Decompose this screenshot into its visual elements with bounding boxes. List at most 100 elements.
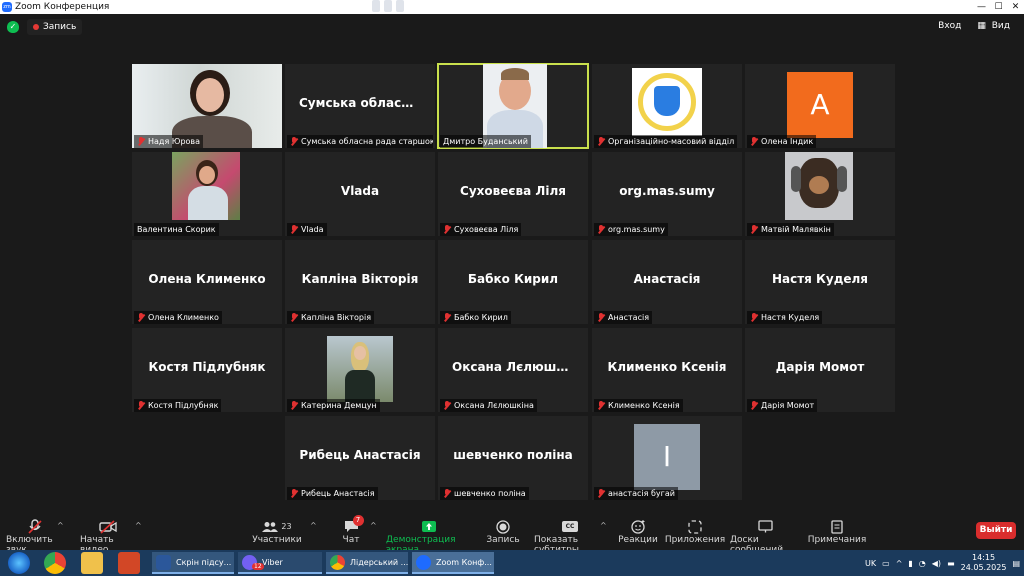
- participant-tile[interactable]: Клименко Ксенія Клименко Ксенія: [592, 328, 742, 412]
- record-dot-icon: [33, 24, 39, 30]
- participant-tile[interactable]: Сумська обласна рада старшокласників Сумс…: [285, 64, 435, 148]
- file-explorer-icon[interactable]: [81, 552, 103, 574]
- chat-button[interactable]: 7 Чат: [336, 515, 366, 545]
- participant-tile[interactable]: Валентина Скорик: [132, 152, 282, 236]
- viber-badge: 12: [252, 563, 264, 570]
- taskbar-chrome-window[interactable]: Лідерський ...: [326, 552, 408, 574]
- participant-tile[interactable]: Організаційно-масовий відділ: [592, 64, 742, 148]
- video-options-caret-icon[interactable]: ^: [135, 521, 142, 530]
- taskbar-word-document[interactable]: Скрін підсу...: [152, 552, 234, 574]
- recording-indicator[interactable]: Запись: [27, 19, 83, 35]
- participant-display-name: Дарія Момот: [775, 360, 865, 374]
- network-icon[interactable]: ▮: [908, 559, 912, 568]
- participant-name-tag: Клименко Ксенія: [594, 399, 683, 412]
- wifi-icon[interactable]: ◔: [919, 559, 926, 568]
- mic-muted-icon: [290, 489, 298, 498]
- meeting-topbar: ✓ Запись Вход ▦ Вид: [0, 14, 1024, 42]
- start-button-icon[interactable]: [8, 552, 30, 574]
- participant-tile[interactable]: Дмитро Буданський: [437, 63, 589, 149]
- participant-display-name: Суховеєва Ліля: [460, 184, 566, 198]
- participant-name-tag: Олена Індик: [747, 135, 817, 148]
- notes-button[interactable]: Примечания: [808, 518, 866, 545]
- participant-name-tag: Катерина Демцун: [287, 399, 380, 412]
- mic-muted-icon: [290, 137, 298, 146]
- task-label: Скрін підсу...: [176, 557, 232, 567]
- participant-tile[interactable]: Анастасія Анастасія: [592, 240, 742, 324]
- taskbar-viber[interactable]: 12 Viber: [238, 552, 322, 574]
- video-off-icon: [99, 519, 117, 534]
- powerpoint-icon[interactable]: [118, 552, 140, 574]
- participant-name-tag: Матвій Малявкін: [747, 223, 834, 236]
- participant-name-tag: Валентина Скорик: [134, 223, 219, 236]
- participant-name: Олена Індик: [761, 137, 814, 146]
- view-label: Вид: [991, 21, 1010, 31]
- participant-name-tag: Суховеєва Ліля: [440, 223, 522, 236]
- participant-tile[interactable]: Бабко Кирил Бабко Кирил: [438, 240, 588, 324]
- participant-tile[interactable]: Оксана Лєлюшкіна Оксана Лєлюшкіна: [438, 328, 588, 412]
- participant-tile[interactable]: Костя Підлубняк Костя Підлубняк: [132, 328, 282, 412]
- captions-caret-icon[interactable]: ^: [600, 521, 607, 530]
- close-button[interactable]: ✕: [1007, 0, 1024, 14]
- participant-tile[interactable]: шевченко поліна шевченко поліна: [438, 416, 588, 500]
- participant-name-tag: Сумська обласна рада старшокласників: [287, 135, 433, 148]
- participant-tile[interactable]: Суховеєва Ліля Суховеєва Ліля: [438, 152, 588, 236]
- participant-display-name: Бабко Кирил: [467, 272, 559, 286]
- participant-tile[interactable]: org.mas.sumy org.mas.sumy: [592, 152, 742, 236]
- mic-muted-icon: [597, 225, 605, 234]
- participant-tile[interactable]: Олена Клименко Олена Клименко: [132, 240, 282, 324]
- participant-tile[interactable]: Настя Куделя Настя Куделя: [745, 240, 895, 324]
- zoom-icon: [416, 555, 431, 570]
- participant-tile[interactable]: Надя Юрова: [132, 64, 282, 148]
- organization-logo: [632, 68, 702, 136]
- leave-button[interactable]: Выйти: [976, 522, 1016, 539]
- participant-tile[interactable]: Рибець Анастасія Рибець Анастасія: [285, 416, 435, 500]
- battery-icon[interactable]: ▬: [947, 559, 955, 568]
- mic-muted-icon: [290, 225, 298, 234]
- mic-muted-icon: [750, 313, 758, 322]
- participant-display-name: Олена Клименко: [148, 272, 266, 286]
- volume-icon[interactable]: ◀): [932, 559, 941, 568]
- mic-options-caret-icon[interactable]: ^: [57, 521, 64, 530]
- participant-display-name: Оксана Лєлюшкіна: [452, 360, 586, 374]
- word-icon: [156, 555, 171, 570]
- reactions-button[interactable]: Реакции: [618, 518, 658, 545]
- mic-muted-icon: [443, 313, 451, 322]
- participants-button[interactable]: 23 Участники: [252, 518, 302, 545]
- participant-photo: [172, 152, 240, 220]
- participant-name: шевченко поліна: [454, 489, 526, 498]
- mic-muted-icon: [28, 518, 42, 534]
- security-shield-icon[interactable]: ✓: [7, 21, 19, 33]
- meeting-toolbar: Включить звук ^ Начать видео ^ 23 Участн…: [0, 515, 1024, 555]
- participants-label: Участники: [252, 535, 302, 545]
- language-indicator[interactable]: UK: [865, 559, 876, 568]
- maximize-button[interactable]: ☐: [990, 0, 1007, 14]
- chat-caret-icon[interactable]: ^: [370, 521, 377, 530]
- participants-icon: [262, 521, 279, 532]
- participant-avatar: I: [634, 424, 700, 490]
- mic-muted-icon: [443, 489, 451, 498]
- participant-tile[interactable]: Vlada Vlada: [285, 152, 435, 236]
- view-button[interactable]: ▦ Вид: [974, 20, 1016, 32]
- participant-name: Рибець Анастасія: [301, 489, 375, 498]
- enter-button[interactable]: Вход: [935, 20, 964, 32]
- participant-tile[interactable]: A Олена Індик: [745, 64, 895, 148]
- apps-button[interactable]: Приложения: [665, 518, 725, 545]
- participant-name: Оксана Лєлюшкіна: [454, 401, 534, 410]
- keyboard-icon[interactable]: ▭: [882, 559, 890, 568]
- participant-tile[interactable]: Iанастасія бугай: [592, 416, 742, 500]
- participant-tile[interactable]: Катерина Демцун: [285, 328, 435, 412]
- minimize-button[interactable]: —: [973, 0, 990, 14]
- participant-tile[interactable]: Матвій Малявкін: [745, 152, 895, 236]
- participant-tile[interactable]: Капліна Вікторія Капліна Вікторія: [285, 240, 435, 324]
- participants-count: 23: [281, 522, 292, 531]
- notifications-icon[interactable]: ▤: [1012, 559, 1020, 568]
- taskbar-zoom[interactable]: Zoom Конф...: [412, 552, 494, 574]
- tray-chevron-icon[interactable]: ^: [896, 559, 903, 568]
- clock[interactable]: 14:15 24.05.2025: [961, 553, 1007, 573]
- participant-tile[interactable]: Дарія Момот Дарія Момот: [745, 328, 895, 412]
- record-button[interactable]: Запись: [486, 518, 520, 545]
- participants-caret-icon[interactable]: ^: [310, 521, 317, 530]
- chrome-icon[interactable]: [44, 552, 66, 574]
- window-title: Zoom Конференция: [15, 2, 110, 12]
- system-tray: UK ▭ ^ ▮ ◔ ◀) ▬ 14:15 24.05.2025 ▤: [865, 550, 1020, 576]
